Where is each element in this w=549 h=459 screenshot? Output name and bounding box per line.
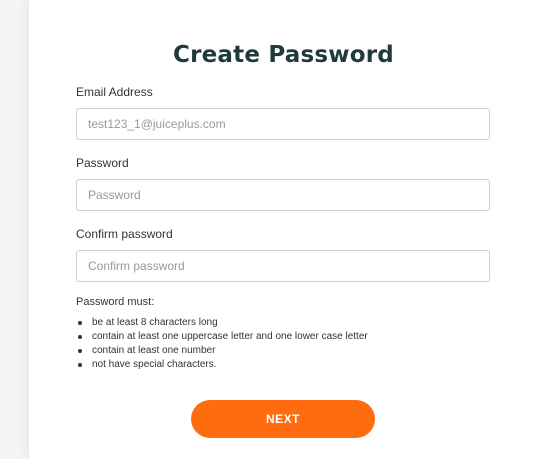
list-item: contain at least one number bbox=[76, 344, 368, 358]
confirm-password-label: Confirm password bbox=[76, 227, 173, 241]
list-item: contain at least one uppercase letter an… bbox=[76, 330, 368, 344]
page-title: Create Password bbox=[173, 42, 394, 68]
confirm-password-field[interactable] bbox=[76, 250, 490, 282]
bullet-icon bbox=[78, 349, 82, 353]
email-field[interactable] bbox=[76, 108, 490, 140]
rule-text: not have special characters. bbox=[92, 359, 217, 370]
next-button[interactable]: NEXT bbox=[191, 400, 375, 438]
bullet-icon bbox=[78, 363, 82, 367]
rule-text: be at least 8 characters long bbox=[92, 317, 218, 328]
bullet-icon bbox=[78, 335, 82, 339]
bullet-icon bbox=[78, 321, 82, 325]
rule-text: contain at least one number bbox=[92, 345, 216, 356]
create-password-card: Create Password Email Address Password C… bbox=[29, 0, 549, 459]
password-field[interactable] bbox=[76, 179, 490, 211]
rule-text: contain at least one uppercase letter an… bbox=[92, 331, 368, 342]
password-rules-title: Password must: bbox=[76, 296, 155, 308]
list-item: be at least 8 characters long bbox=[76, 316, 368, 330]
list-item: not have special characters. bbox=[76, 358, 368, 372]
password-label: Password bbox=[76, 156, 129, 170]
email-label: Email Address bbox=[76, 85, 153, 99]
password-rules-list: be at least 8 characters long contain at… bbox=[76, 316, 368, 372]
